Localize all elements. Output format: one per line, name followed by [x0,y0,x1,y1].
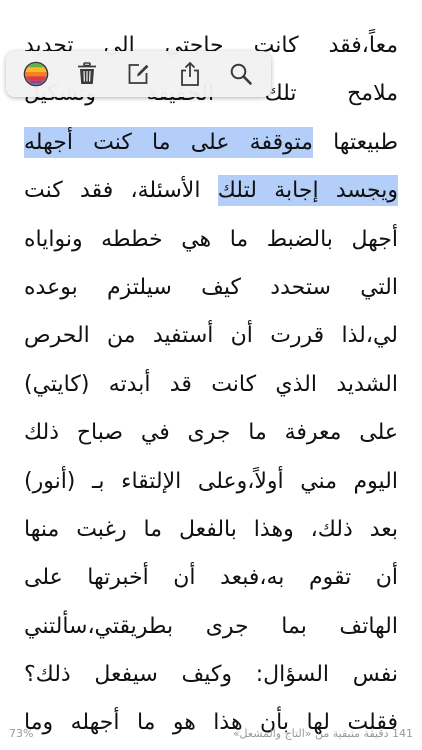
text-segment: الأسئلة، فقد كنت [24,178,218,204]
share-icon [180,61,199,86]
time-remaining-label: 141 دقيقة متبقية من «التاج والمشعل» [232,727,413,740]
color-picker-button[interactable] [18,56,54,92]
book-reader: معاً،فقد كانت حاجتي الى تحديد ملامح تلك … [0,0,422,750]
share-button[interactable] [172,56,208,92]
text-line: لي،لذا قررت أن أستفيد من الحرص [24,323,398,349]
text-line: طبيعتها متوقفة على ما كنت أجهله [24,119,398,167]
note-edit-icon [129,64,149,84]
color-circle-icon [23,61,48,87]
text-line: على معرفة ما جرى في صباح ذلك [24,420,398,446]
text-line: ويجسد إجابة لتلك الأسئلة، فقد كنت [24,167,398,215]
book-page-text[interactable]: معاً،فقد كانت حاجتي الى تحديد ملامح تلك … [24,22,398,748]
search-button[interactable] [223,56,259,92]
text-line: الشديد الذي كانت قد أبدته (كايتي) [24,371,398,397]
progress-percentage: 73% [9,727,34,740]
text-line: بعد ذلك، وهذا بالفعل ما رغبت منها [24,516,398,542]
text-segment: طبيعتها [312,129,398,155]
highlight-toolbar [6,51,271,97]
highlighted-text[interactable]: ويجسد إجابة لتلك [217,175,398,207]
text-line: أن تقوم به،فبعد أن أخبرتها على [24,565,398,591]
text-line: اليوم مني أولاً،وعلى الإلتقاء بـ (أنور) [24,468,398,494]
add-note-button[interactable] [120,56,156,92]
magnifier-icon [230,63,253,85]
delete-highlight-button[interactable] [69,56,105,92]
reading-status-bar: 73% 141 دقيقة متبقية من «التاج والمشعل» [0,718,422,750]
trash-icon [78,62,97,84]
highlighted-text[interactable]: متوقفة على ما كنت أجهله [24,126,313,158]
text-line: التي ستحدد كيف سيلتزم بوعده [24,274,398,300]
text-line: أجهل بالضبط ما هي خططه ونواياه [24,226,398,252]
text-line: الهاتف بما جرى بطريقتي،سألتني [24,613,398,639]
text-line: نفس السؤال: وكيف سيفعل ذلك؟ [24,662,398,688]
